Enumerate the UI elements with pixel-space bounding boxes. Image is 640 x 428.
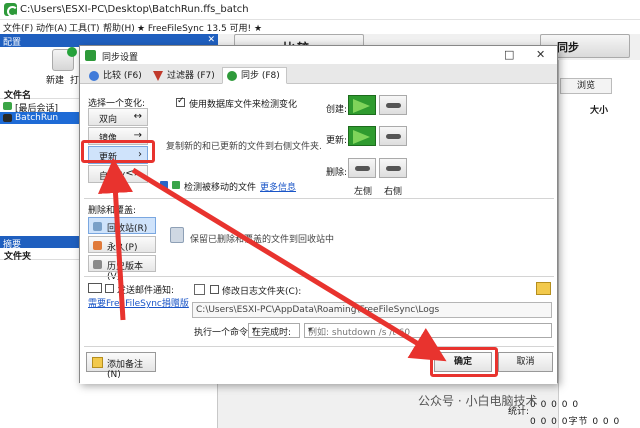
arrow-to-ok bbox=[131, 167, 447, 362]
arrow-to-update bbox=[98, 158, 133, 321]
annotation-arrows bbox=[98, 158, 447, 362]
watermark-text: 公众号 · 小白电脑技术 bbox=[418, 394, 538, 408]
